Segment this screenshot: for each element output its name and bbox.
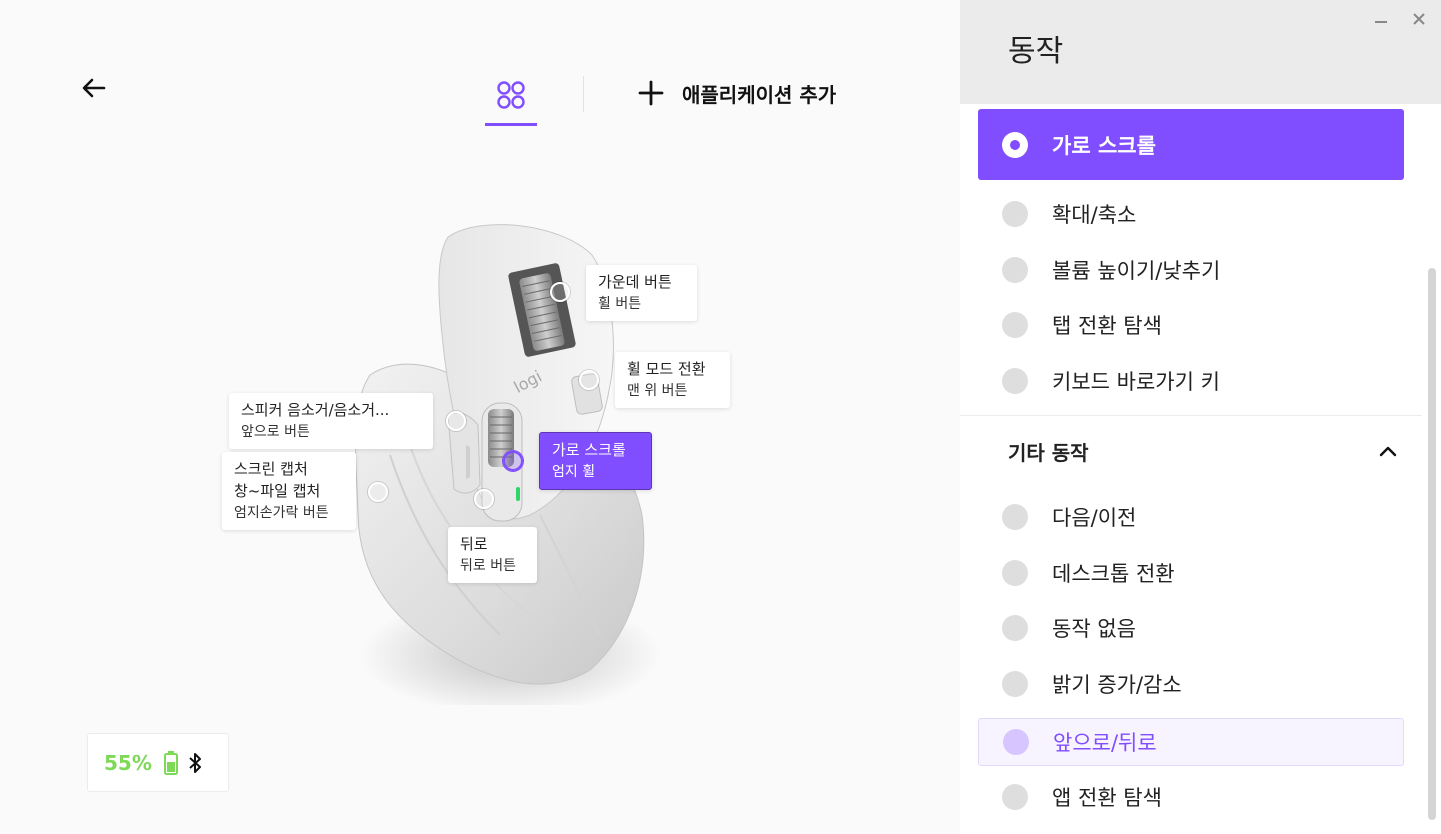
callout-subtitle: 엄지 휠 [552, 464, 596, 480]
callout-title: 스크린 캡처 [234, 460, 308, 478]
radio-icon [1002, 312, 1028, 338]
apps-grid-icon [497, 81, 525, 109]
callout-title: 뒤로 [460, 535, 488, 553]
option-label: 데스크톱 전환 [1052, 562, 1175, 586]
option-zoom[interactable]: 확대/축소 [978, 190, 1404, 238]
back-button-callout[interactable]: 뒤로 뒤로 버튼 [448, 527, 537, 583]
option-label: 다음/이전 [1052, 506, 1137, 530]
thumb-wheel-hotspot[interactable] [503, 451, 523, 471]
device-view: 애플리케이션 추가 logi 가운데 버튼 휠 버튼 휠 모드 전환 맨 위 버… [0, 0, 960, 834]
back-arrow-icon[interactable] [78, 72, 110, 104]
callout-title: 스피커 음소거/음소거... [241, 401, 390, 419]
radio-icon [1002, 368, 1028, 394]
option-label: 볼륨 높이기/낮추기 [1052, 259, 1221, 283]
panel-scrollbar[interactable] [1428, 268, 1436, 820]
callout-title: 가운데 버튼 [598, 273, 672, 291]
callout-title: 휠 모드 전환 [627, 360, 706, 378]
close-icon[interactable] [1410, 10, 1428, 28]
option-label: 탭 전환 탐색 [1052, 314, 1162, 338]
option-next-previous[interactable]: 다음/이전 [978, 493, 1404, 541]
option-forward-back[interactable]: 앞으로/뒤로 [978, 718, 1404, 766]
option-label: 동작 없음 [1052, 617, 1136, 641]
option-label: 밝기 증가/감소 [1052, 673, 1182, 697]
forward-button-hotspot[interactable] [446, 411, 466, 431]
option-no-action[interactable]: 동작 없음 [978, 604, 1404, 652]
tab-divider [583, 76, 584, 112]
radio-icon [1003, 729, 1029, 755]
option-desktop-switch[interactable]: 데스크톱 전환 [978, 549, 1404, 597]
middle-button-hotspot[interactable] [550, 282, 570, 302]
radio-icon [1002, 201, 1028, 227]
radio-icon [1002, 560, 1028, 586]
plus-icon [638, 80, 664, 106]
option-keyboard-shortcut[interactable]: 키보드 바로가기 키 [978, 357, 1404, 405]
option-volume[interactable]: 볼륨 높이기/낮추기 [978, 246, 1404, 294]
option-label: 앞으로/뒤로 [1053, 731, 1157, 755]
radio-icon [1002, 504, 1028, 530]
option-label: 키보드 바로가기 키 [1052, 370, 1220, 394]
middle-button-callout[interactable]: 가운데 버튼 휠 버튼 [586, 265, 697, 321]
option-tab-navigation[interactable]: 탭 전환 탐색 [978, 301, 1404, 349]
action-panel: 동작 가로 스크롤 확대/축소 볼륨 높이기/낮추기 탭 전환 탐색 키보드 바… [960, 0, 1441, 834]
option-horizontal-scroll[interactable]: 가로 스크롤 [978, 109, 1404, 180]
panel-header: 동작 [960, 0, 1441, 104]
mode-shift-hotspot[interactable] [579, 370, 599, 390]
callout-subtitle: 뒤로 버튼 [460, 558, 516, 574]
radio-icon [1002, 257, 1028, 283]
radio-icon [1002, 671, 1028, 697]
thumb-wheel-callout[interactable]: 가로 스크롤 엄지 휠 [539, 432, 652, 490]
gesture-button-callout[interactable]: 스크린 캡처 창~파일 캡처 엄지손가락 버튼 [222, 452, 356, 530]
section-divider [960, 415, 1422, 416]
panel-title: 동작 [1008, 34, 1064, 69]
callout-subtitle: 휠 버튼 [598, 296, 642, 312]
chevron-up-icon [1379, 446, 1397, 457]
option-label: 확대/축소 [1052, 203, 1137, 227]
callout-title: 가로 스크롤 [552, 441, 626, 459]
option-brightness[interactable]: 밝기 증가/감소 [978, 660, 1404, 708]
add-application-button[interactable]: 애플리케이션 추가 [636, 76, 836, 110]
action-list: 가로 스크롤 확대/축소 볼륨 높이기/낮추기 탭 전환 탐색 키보드 바로가기… [960, 104, 1441, 834]
gesture-button-hotspot[interactable] [368, 482, 388, 502]
radio-selected-icon [1002, 131, 1028, 158]
option-label: 가로 스크롤 [1052, 133, 1156, 158]
add-application-label: 애플리케이션 추가 [682, 82, 837, 107]
option-label: 앱 전환 탐색 [1052, 786, 1162, 810]
forward-button-callout[interactable]: 스피커 음소거/음소거... 앞으로 버튼 [229, 393, 433, 449]
radio-icon [1002, 784, 1028, 810]
tab-underline [485, 123, 537, 126]
battery-status: 55% [87, 733, 229, 792]
battery-percent: 55% [104, 750, 152, 775]
callout-subtitle: 맨 위 버튼 [627, 383, 688, 399]
all-apps-tab[interactable] [485, 74, 537, 126]
other-actions-header[interactable]: 기타 동작 [1008, 434, 1398, 468]
back-button-hotspot[interactable] [474, 489, 494, 509]
battery-icon [163, 750, 178, 775]
section-title: 기타 동작 [1008, 440, 1089, 465]
callout-subtitle: 앞으로 버튼 [241, 424, 310, 440]
radio-icon [1002, 615, 1028, 641]
minimize-icon[interactable] [1372, 10, 1390, 28]
option-app-switch[interactable]: 앱 전환 탐색 [978, 773, 1404, 821]
bluetooth-icon [189, 752, 201, 773]
callout-subtitle: 엄지손가락 버튼 [234, 505, 329, 521]
callout-line2: 창~파일 캡처 [234, 482, 321, 500]
mode-shift-callout[interactable]: 휠 모드 전환 맨 위 버튼 [615, 352, 730, 408]
app-window: 애플리케이션 추가 logi 가운데 버튼 휠 버튼 휠 모드 전환 맨 위 버… [0, 0, 1441, 834]
